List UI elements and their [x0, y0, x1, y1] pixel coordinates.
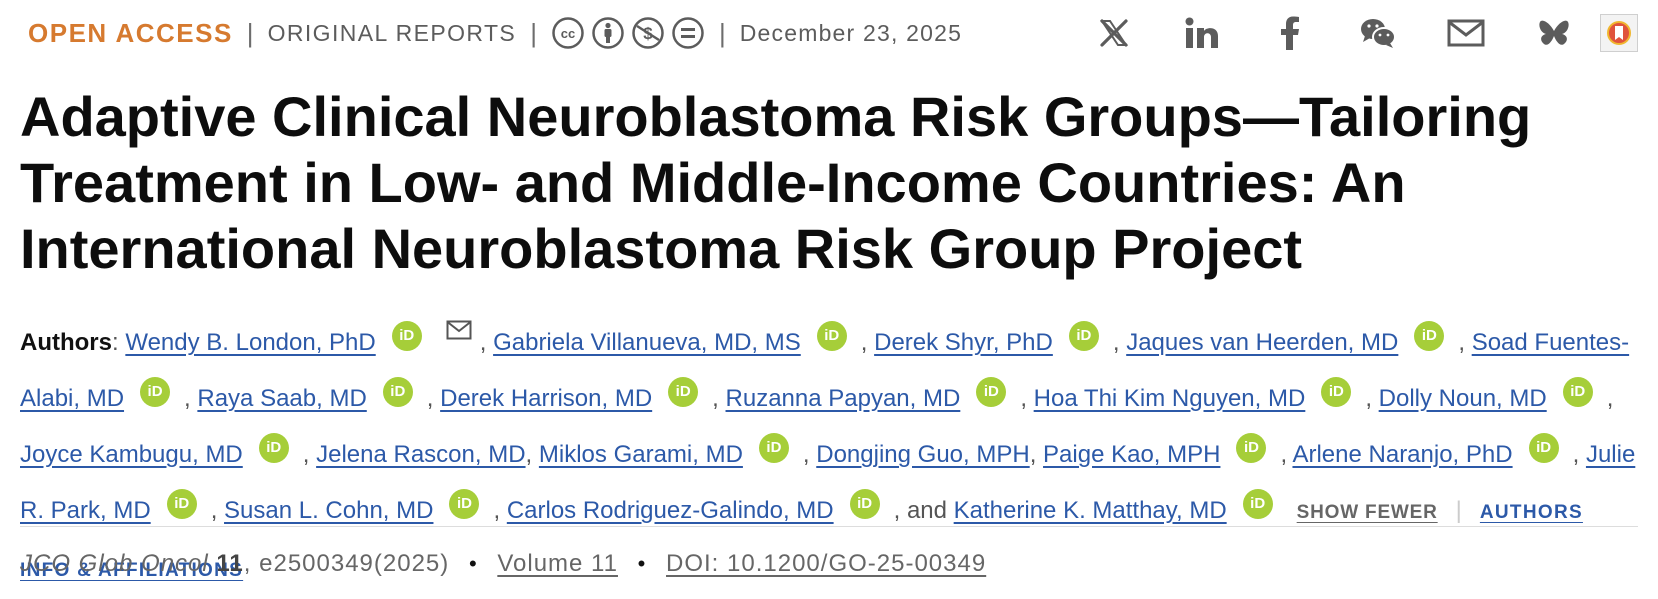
orcid-icon[interactable]: iD: [258, 433, 289, 463]
author-link[interactable]: Derek Harrison, MD: [440, 385, 652, 412]
author-link[interactable]: Gabriela Villanueva, MD, MS: [493, 329, 801, 356]
author-link[interactable]: Arlene Naranjo, PhD: [1292, 441, 1512, 468]
orcid-icon[interactable]: iD: [1528, 433, 1559, 463]
svg-text:cc: cc: [561, 26, 575, 41]
orcid-icon[interactable]: iD: [449, 489, 480, 519]
author-link[interactable]: Paige Kao, MPH: [1043, 441, 1220, 468]
author-actions-divider: |: [1455, 497, 1462, 524]
share-bluesky-button[interactable]: [1510, 19, 1598, 47]
orcid-icon[interactable]: iD: [758, 433, 789, 463]
author-link[interactable]: Raya Saab, MD: [197, 385, 366, 412]
volume-link[interactable]: Volume 11: [497, 550, 618, 577]
volume-number: 11: [216, 550, 244, 577]
orcid-icon[interactable]: iD: [849, 489, 880, 519]
nd-icon: [671, 16, 705, 50]
author-separator: , and: [893, 497, 954, 524]
author-link[interactable]: Miklos Garami, MD: [539, 441, 743, 468]
facebook-icon: [1281, 16, 1299, 50]
bookmark-icon: [1600, 14, 1638, 52]
license-icons[interactable]: cc $: [551, 16, 705, 50]
meta-separator: |: [246, 17, 254, 48]
author-separator: ,: [210, 497, 225, 524]
linkedin-icon: [1185, 17, 1218, 48]
author-separator: ,: [712, 385, 726, 412]
author-separator: ,: [184, 385, 198, 412]
share-wechat-button[interactable]: [1334, 17, 1422, 49]
author-separator: ,: [493, 497, 507, 524]
x-icon: [1100, 19, 1128, 47]
share-x-button[interactable]: [1070, 18, 1158, 48]
meta-separator: |: [718, 17, 726, 48]
bluesky-icon: [1539, 20, 1569, 45]
author-separator: ,: [302, 441, 317, 468]
author-link[interactable]: Carlos Rodriguez-Galindo, MD: [507, 497, 834, 524]
doi-link[interactable]: DOI: 10.1200/GO-25-00349: [666, 550, 986, 577]
author-link[interactable]: Hoa Thi Kim Nguyen, MD: [1034, 385, 1306, 412]
authors-label-colon: :: [112, 329, 126, 356]
share-toolbar: [1070, 14, 1638, 52]
author-separator: ,: [479, 329, 494, 356]
publication-date: December 23, 2025: [739, 19, 963, 46]
author-link[interactable]: Dolly Noun, MD: [1379, 385, 1547, 412]
bookmark-button[interactable]: [1598, 14, 1638, 52]
citation-line: JCO Glob Oncol 11, e2500349(2025) • Volu…: [20, 546, 1320, 582]
orcid-icon[interactable]: iD: [382, 377, 413, 407]
orcid-icon[interactable]: iD: [1414, 321, 1445, 351]
author-separator: ,: [1112, 329, 1127, 356]
by-icon: [591, 16, 625, 50]
orcid-icon[interactable]: iD: [1562, 377, 1593, 407]
author-separator: ,: [1458, 329, 1472, 356]
share-facebook-button[interactable]: [1246, 16, 1334, 50]
author-separator: ,: [802, 441, 817, 468]
email-icon: [1447, 19, 1485, 47]
author-separator: ,: [860, 329, 875, 356]
author-separator: ,: [426, 385, 441, 412]
orcid-icon[interactable]: iD: [391, 321, 422, 351]
share-linkedin-button[interactable]: [1158, 17, 1246, 49]
orcid-icon[interactable]: iD: [1242, 489, 1273, 519]
orcid-icon[interactable]: iD: [816, 321, 847, 351]
nc-icon: $: [631, 16, 665, 50]
author-link[interactable]: Wendy B. London, PhD: [125, 329, 375, 356]
cc-icon: cc: [551, 16, 585, 50]
divider: [20, 526, 1638, 527]
author-separator: ,: [1020, 385, 1034, 412]
author-link[interactable]: Ruzanna Papyan, MD: [726, 385, 961, 412]
journal-name: JCO Glob Oncol: [20, 550, 209, 577]
author-link[interactable]: Derek Shyr, PhD: [874, 329, 1053, 356]
author-separator: ,: [1029, 441, 1044, 468]
orcid-icon[interactable]: iD: [140, 377, 171, 407]
author-link[interactable]: Jelena Rascon, MD: [316, 441, 525, 468]
email-icon[interactable]: [446, 305, 472, 361]
author-link[interactable]: Susan L. Cohn, MD: [224, 497, 433, 524]
authors-label: Authors: [20, 329, 112, 356]
author-link[interactable]: Joyce Kambugu, MD: [20, 441, 243, 468]
author-separator: ,: [1606, 385, 1614, 412]
orcid-icon[interactable]: iD: [1236, 433, 1267, 463]
author-separator: ,: [525, 441, 539, 468]
orcid-icon[interactable]: iD: [166, 489, 197, 519]
orcid-icon[interactable]: iD: [668, 377, 699, 407]
article-meta-bar: OPEN ACCESS | ORIGINAL REPORTS | cc $ | …: [28, 12, 1638, 54]
author-link[interactable]: Dongjing Guo, MPH: [816, 441, 1029, 468]
show-fewer-button[interactable]: SHOW FEWER: [1297, 502, 1438, 523]
bullet: •: [637, 551, 647, 576]
meta-separator: |: [530, 17, 537, 48]
author-link[interactable]: Katherine K. Matthay, MD: [954, 497, 1227, 524]
orcid-icon[interactable]: iD: [1321, 377, 1352, 407]
article-id: , e2500349(2025): [243, 550, 450, 577]
author-separator: ,: [1365, 385, 1379, 412]
author-link[interactable]: Jaques van Heerden, MD: [1126, 329, 1398, 356]
wechat-icon: [1361, 19, 1396, 48]
orcid-icon[interactable]: iD: [1068, 321, 1099, 351]
author-separator: ,: [1572, 441, 1586, 468]
share-email-button[interactable]: [1422, 19, 1510, 47]
open-access-label: OPEN ACCESS: [28, 17, 233, 48]
article-title: Adaptive Clinical Neuroblastoma Risk Gro…: [20, 85, 1532, 280]
bullet: •: [468, 551, 478, 576]
author-separator: ,: [1280, 441, 1293, 468]
orcid-icon[interactable]: iD: [976, 377, 1007, 407]
article-type: ORIGINAL REPORTS: [267, 19, 517, 46]
